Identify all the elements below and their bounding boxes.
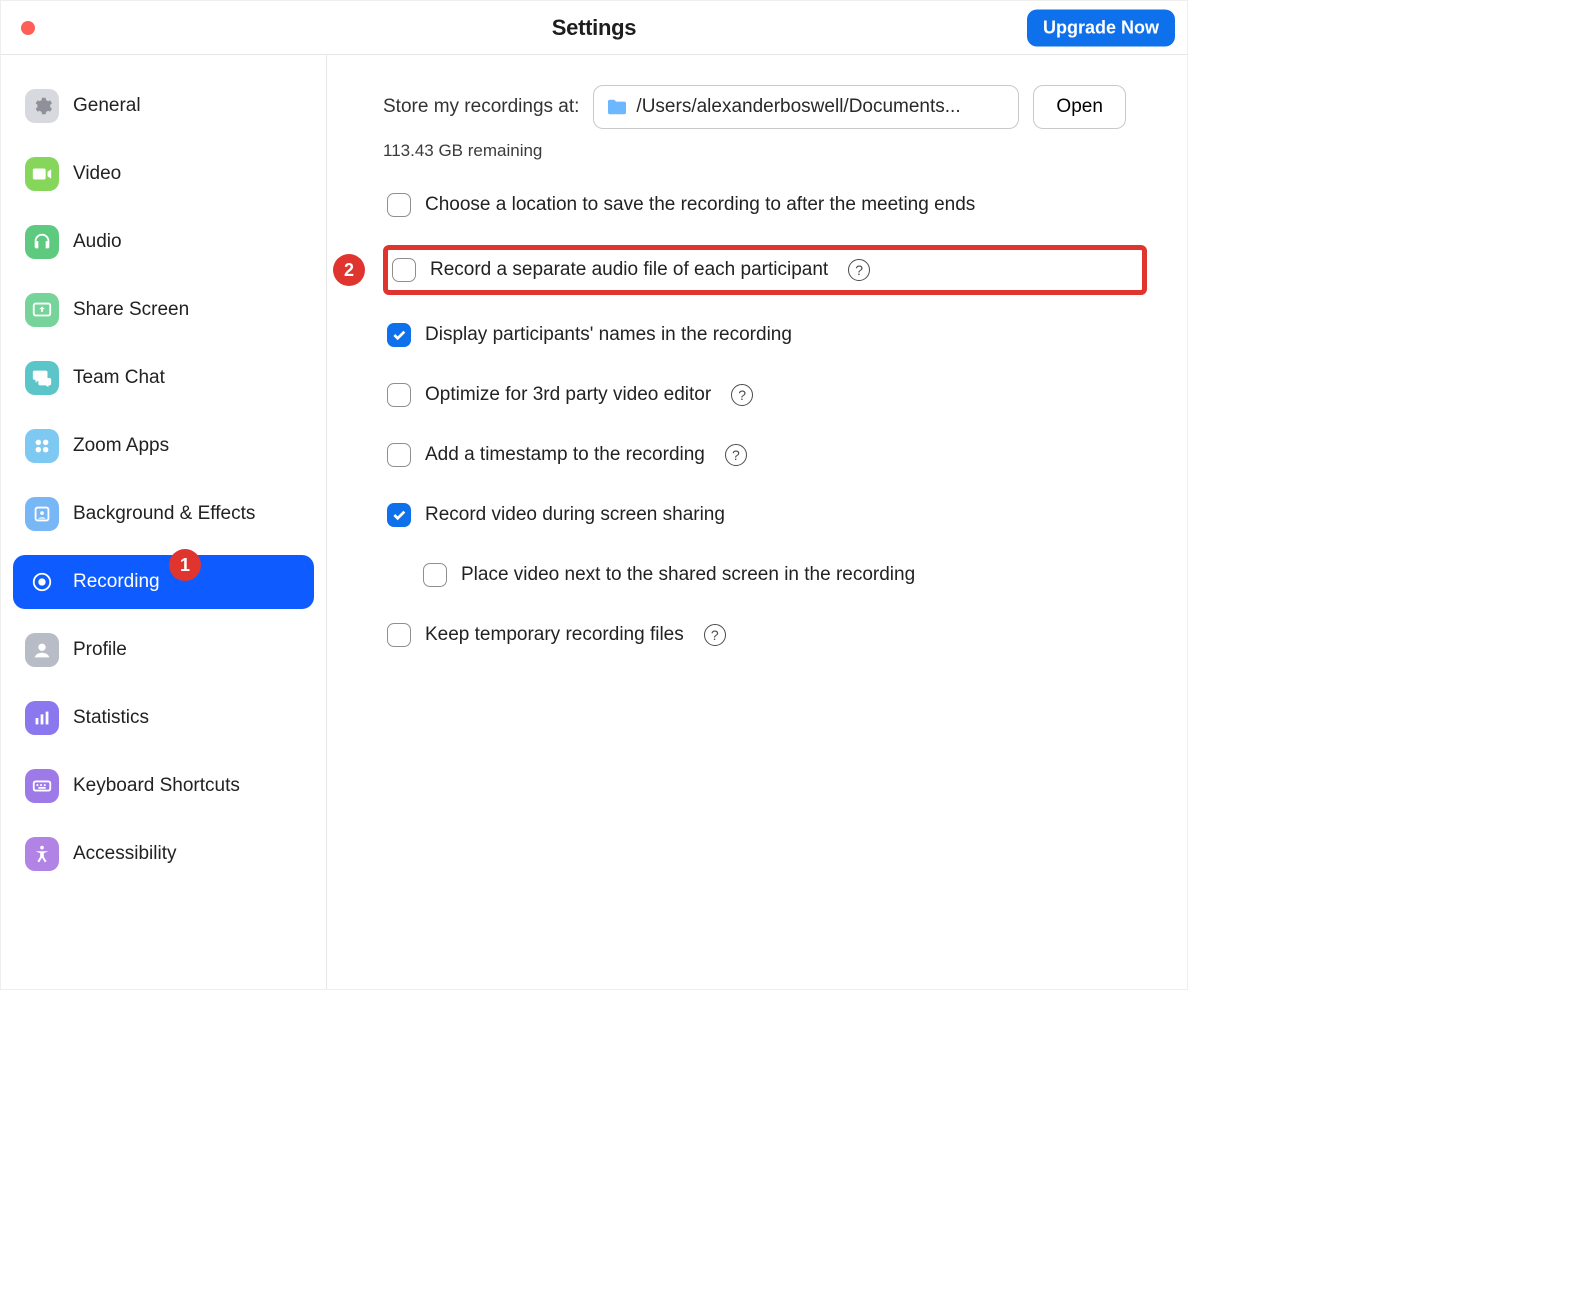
recording-options: Choose a location to save the recording … <box>383 185 1147 655</box>
close-icon[interactable] <box>21 21 35 35</box>
upgrade-button[interactable]: Upgrade Now <box>1027 9 1175 46</box>
background-icon <box>25 497 59 531</box>
sidebar-item-profile[interactable]: Profile <box>13 623 314 677</box>
option-label: Add a timestamp to the recording <box>425 444 705 466</box>
checkbox-separate-audio[interactable] <box>392 258 416 282</box>
store-location-label: Store my recordings at: <box>383 96 579 118</box>
headphones-icon <box>25 225 59 259</box>
option-label: Place video next to the shared screen in… <box>461 564 915 586</box>
share-screen-icon <box>25 293 59 327</box>
window-title: Settings <box>552 15 636 41</box>
option-label: Record video during screen sharing <box>425 504 725 526</box>
sidebar-item-accessibility[interactable]: Accessibility <box>13 827 314 881</box>
store-location-row: Store my recordings at: /Users/alexander… <box>383 85 1147 129</box>
checkbox-keep-temp-files[interactable] <box>387 623 411 647</box>
sidebar-item-label: Profile <box>73 639 127 661</box>
sidebar-item-label: Statistics <box>73 707 149 729</box>
sidebar: General Video Audio Share Screen <box>1 55 327 989</box>
sidebar-item-label: Keyboard Shortcuts <box>73 775 240 797</box>
keyboard-icon <box>25 769 59 803</box>
sidebar-item-label: Audio <box>73 231 122 253</box>
callout-badge-1: 1 <box>169 549 201 581</box>
sidebar-item-label: Share Screen <box>73 299 189 321</box>
apps-icon <box>25 429 59 463</box>
chat-icon <box>25 361 59 395</box>
option-label: Record a separate audio file of each par… <box>430 259 828 281</box>
sidebar-item-label: Team Chat <box>73 367 165 389</box>
option-keep-temp-files: Keep temporary recording files ? <box>383 615 1147 655</box>
help-icon[interactable]: ? <box>848 259 870 281</box>
option-label: Optimize for 3rd party video editor <box>425 384 711 406</box>
recording-path-text: /Users/alexanderboswell/Documents... <box>636 96 960 118</box>
option-label: Keep temporary recording files <box>425 624 684 646</box>
option-choose-location: Choose a location to save the recording … <box>383 185 1147 225</box>
option-timestamp: Add a timestamp to the recording ? <box>383 435 1147 475</box>
help-icon[interactable]: ? <box>725 444 747 466</box>
option-optimize-editor: Optimize for 3rd party video editor ? <box>383 375 1147 415</box>
storage-remaining: 113.43 GB remaining <box>383 141 1147 161</box>
checkbox-timestamp[interactable] <box>387 443 411 467</box>
checkbox-display-names[interactable] <box>387 323 411 347</box>
option-display-names: Display participants' names in the recor… <box>383 315 1147 355</box>
option-label: Display participants' names in the recor… <box>425 324 792 346</box>
folder-icon <box>606 98 628 116</box>
video-icon <box>25 157 59 191</box>
sidebar-item-keyboard-shortcuts[interactable]: Keyboard Shortcuts <box>13 759 314 813</box>
titlebar: Settings Upgrade Now <box>1 1 1187 55</box>
profile-icon <box>25 633 59 667</box>
accessibility-icon <box>25 837 59 871</box>
sidebar-item-statistics[interactable]: Statistics <box>13 691 314 745</box>
sidebar-item-label: Video <box>73 163 121 185</box>
sidebar-item-general[interactable]: General <box>13 79 314 133</box>
window-body: General Video Audio Share Screen <box>1 55 1187 989</box>
sidebar-item-team-chat[interactable]: Team Chat <box>13 351 314 405</box>
sidebar-item-zoom-apps[interactable]: Zoom Apps <box>13 419 314 473</box>
open-recordings-button[interactable]: Open <box>1033 85 1125 129</box>
sidebar-item-label: Background & Effects <box>73 503 255 525</box>
record-icon <box>25 565 59 599</box>
checkbox-choose-location[interactable] <box>387 193 411 217</box>
sidebar-item-label: Zoom Apps <box>73 435 169 457</box>
checkbox-video-next-to-screen[interactable] <box>423 563 447 587</box>
stats-icon <box>25 701 59 735</box>
settings-window: Settings Upgrade Now General Video <box>0 0 1188 990</box>
sidebar-item-recording[interactable]: Recording 1 <box>13 555 314 609</box>
sidebar-item-video[interactable]: Video <box>13 147 314 201</box>
checkbox-record-video-sharing[interactable] <box>387 503 411 527</box>
sidebar-item-label: Accessibility <box>73 843 176 865</box>
option-record-video-sharing: Record video during screen sharing <box>383 495 1147 535</box>
help-icon[interactable]: ? <box>731 384 753 406</box>
recording-path-field[interactable]: /Users/alexanderboswell/Documents... <box>593 85 1019 129</box>
recording-panel: Store my recordings at: /Users/alexander… <box>327 55 1187 989</box>
option-separate-audio: 2 Record a separate audio file of each p… <box>383 245 1147 295</box>
sidebar-item-share-screen[interactable]: Share Screen <box>13 283 314 337</box>
sidebar-item-background-effects[interactable]: Background & Effects <box>13 487 314 541</box>
checkbox-optimize-editor[interactable] <box>387 383 411 407</box>
sidebar-item-audio[interactable]: Audio <box>13 215 314 269</box>
callout-badge-2: 2 <box>333 254 365 286</box>
gear-icon <box>25 89 59 123</box>
help-icon[interactable]: ? <box>704 624 726 646</box>
sidebar-item-label: Recording <box>73 571 160 593</box>
option-video-next-to-screen: Place video next to the shared screen in… <box>419 555 1147 595</box>
sidebar-item-label: General <box>73 95 141 117</box>
option-label: Choose a location to save the recording … <box>425 194 975 216</box>
